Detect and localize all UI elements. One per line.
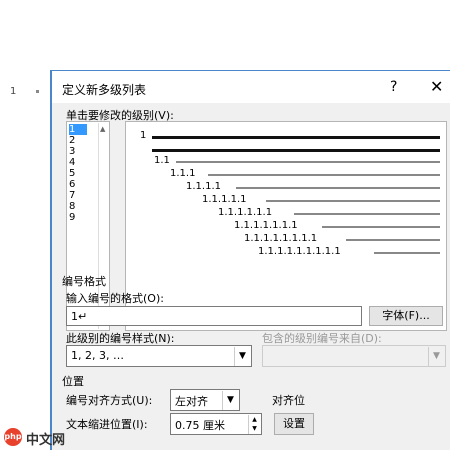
include-level-select[interactable]: ▼ [262,345,446,367]
number-format-input[interactable]: 1↵ [66,306,362,326]
scroll-up-icon[interactable]: ▲ [100,125,105,133]
chevron-down-icon[interactable]: ▼ [222,391,238,410]
dialog-title: 定义新多级列表 [62,83,147,97]
preview-line-level-1b [152,149,440,152]
level-item-4[interactable]: 4 [69,157,87,168]
spin-arrows-icon[interactable]: ▲ ▼ [248,415,260,434]
set-for-all-levels-button[interactable]: 设置 [274,413,314,435]
preview-number-level-5: 1.1.1.1.1 [202,194,247,205]
position-section-label: 位置 [62,375,84,388]
preview-line-level-8 [346,239,440,241]
number-style-select[interactable]: 1, 2, 3, … ▼ [66,345,252,367]
help-icon[interactable]: ? [390,79,397,95]
number-alignment-value: 左对齐 [175,395,208,408]
text-indent-spinner[interactable]: 0.75 厘米 ▲ ▼ [170,413,262,435]
preview-number-level-1: 1 [140,130,147,141]
preview-line-level-2 [176,161,440,163]
preview-number-level-6: 1.1.1.1.1.1 [218,207,273,218]
dialog-titlebar: 定义新多级列表 ? ✕ [52,71,450,103]
watermark-text: 中文网 [26,433,66,448]
preview-number-level-4: 1.1.1.1 [186,181,221,192]
preview-line-level-1 [152,136,440,139]
preview-number-level-3: 1.1.1 [170,168,196,179]
close-icon[interactable]: ✕ [430,77,443,96]
level-item-8[interactable]: 8 [69,201,87,212]
document-paragraph-number: 1 [10,86,17,97]
level-item-6[interactable]: 6 [69,179,87,190]
level-item-1[interactable]: 1 [69,124,87,135]
chevron-down-icon[interactable]: ▼ [428,347,444,366]
level-item-9[interactable]: 9 [69,212,87,223]
document-area [0,0,450,55]
paragraph-dot [36,90,39,93]
document-margin [0,55,50,450]
level-item-2[interactable]: 2 [69,135,87,146]
number-style-label: 此级别的编号样式(N): [66,332,175,345]
preview-number-level-9: 1.1.1.1.1.1.1.1.1 [258,246,341,257]
level-item-5[interactable]: 5 [69,168,87,179]
define-multilevel-list-dialog: 定义新多级列表 ? ✕ 单击要修改的级别(V): 1 2 3 4 5 6 7 8… [50,70,450,450]
preview-number-level-2: 1.1 [154,155,170,166]
number-style-value: 1, 2, 3, … [71,349,124,362]
site-watermark: php 中文网 [0,424,90,450]
number-alignment-select[interactable]: 左对齐 ▼ [170,389,240,411]
preview-line-level-4 [236,187,440,189]
preview-line-level-5 [266,200,440,202]
php-logo-icon: php [4,428,22,446]
chevron-down-icon[interactable]: ▼ [234,347,250,366]
font-button[interactable]: 字体(F)... [369,306,443,326]
text-indent-value: 0.75 厘米 [175,419,225,432]
number-alignment-label: 编号对齐方式(U): [66,394,153,407]
aligned-at-label: 对齐位 [272,394,305,407]
include-level-label: 包含的级别编号来自(D): [262,332,382,345]
number-format-section-label: 编号格式 [62,275,106,288]
number-format-input-label: 输入编号的格式(O): [66,292,164,305]
level-item-3[interactable]: 3 [69,146,87,157]
preview-line-level-9 [374,252,440,254]
preview-number-level-8: 1.1.1.1.1.1.1.1 [244,233,318,244]
preview-line-level-7 [322,226,440,228]
level-item-7[interactable]: 7 [69,190,87,201]
preview-line-level-6 [294,213,440,215]
list-preview: 1 1.1 1.1.1 1.1.1.1 1.1.1.1.1 1.1.1.1.1.… [125,121,447,331]
preview-number-level-7: 1.1.1.1.1.1.1 [234,220,298,231]
preview-line-level-3 [208,174,440,176]
